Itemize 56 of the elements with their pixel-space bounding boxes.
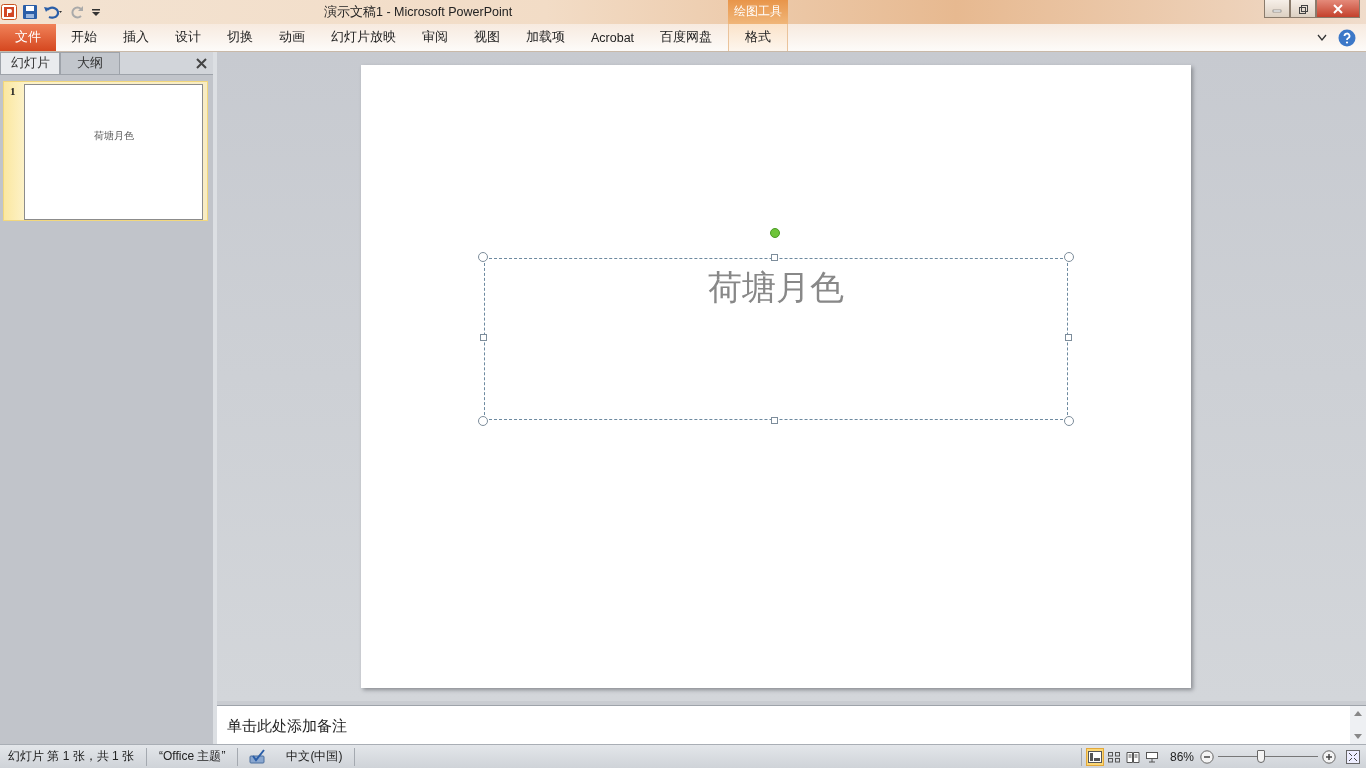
resize-handle[interactable]	[770, 254, 778, 261]
ribbon-tab[interactable]: 百度网盘	[647, 24, 726, 51]
window-title: 演示文稿1 - Microsoft PowerPoint	[324, 4, 513, 21]
zoom-slider-thumb[interactable]	[1257, 749, 1265, 763]
thumbnail-title: 荷塘月色	[93, 129, 134, 143]
resize-handle[interactable]	[1063, 252, 1074, 262]
ribbon-tab[interactable]: 加载项	[513, 24, 578, 51]
panel-tab[interactable]: 大纲	[60, 52, 120, 74]
slide-number: 1	[10, 85, 17, 97]
ribbon-tab[interactable]: 视图	[461, 24, 513, 51]
restore-button[interactable]	[1290, 0, 1316, 18]
fit-to-window-button[interactable]	[1346, 749, 1360, 764]
slide-count-label: 幻灯片 第 1 张，共 1 张	[7, 748, 136, 765]
restore-icon	[1298, 3, 1308, 14]
ribbon-tab[interactable]: 插入	[110, 24, 162, 51]
expand-ribbon-icon[interactable]	[1316, 32, 1328, 43]
undo-icon[interactable]	[43, 4, 65, 20]
slide-title: 荷塘月色	[707, 268, 844, 307]
ribbon-tab[interactable]: 动画	[266, 24, 318, 51]
close-icon	[1333, 3, 1343, 14]
contextual-tab-group: 绘图工具	[728, 0, 788, 24]
rotate-handle[interactable]	[769, 228, 780, 238]
zoom-level[interactable]: 86%	[1169, 749, 1194, 764]
close-button[interactable]	[1316, 0, 1360, 18]
resize-handle[interactable]	[1063, 416, 1074, 426]
ribbon-tab[interactable]: Acrobat	[578, 24, 648, 51]
slide-thumbnail-row[interactable]: 1 荷塘月色	[3, 81, 208, 221]
contextual-tab[interactable]: 格式	[728, 24, 789, 51]
zoom-slider[interactable]	[1218, 748, 1318, 765]
resize-handle[interactable]	[479, 334, 487, 341]
resize-handle[interactable]	[477, 252, 488, 262]
zoom-out-button[interactable]	[1200, 749, 1214, 764]
app-logo-icon[interactable]	[1, 4, 17, 20]
scroll-up-icon[interactable]	[1353, 710, 1363, 717]
notes-field[interactable]: 单击此处添加备注	[217, 706, 1350, 744]
language-label[interactable]: 中文(中国)	[278, 748, 351, 765]
scroll-down-icon[interactable]	[1353, 733, 1363, 740]
ribbon-tab[interactable]: 幻灯片放映	[318, 24, 409, 51]
scrollbar[interactable]	[1350, 706, 1366, 744]
minimize-button[interactable]	[1264, 0, 1290, 18]
resize-handle[interactable]	[1064, 334, 1072, 341]
theme-label[interactable]: “Office 主题”	[151, 748, 234, 765]
save-icon[interactable]	[22, 4, 38, 20]
help-icon[interactable]	[1338, 28, 1356, 47]
ribbon-tab[interactable]: 开始	[58, 24, 110, 51]
normal-view-button[interactable]	[1085, 747, 1104, 766]
panel-tab[interactable]: 幻灯片	[0, 52, 60, 74]
ribbon-tab[interactable]: 切换	[214, 24, 266, 51]
slide-thumbnail[interactable]: 荷塘月色	[24, 84, 203, 220]
ribbon-tab[interactable]: 审阅	[409, 24, 461, 51]
file-tab[interactable]: 文件	[0, 24, 56, 51]
close-icon[interactable]	[196, 58, 207, 69]
resize-handle[interactable]	[770, 417, 778, 424]
zoom-in-button[interactable]	[1322, 749, 1336, 764]
resize-handle[interactable]	[477, 416, 488, 426]
ribbon-tab[interactable]: 设计	[162, 24, 214, 51]
